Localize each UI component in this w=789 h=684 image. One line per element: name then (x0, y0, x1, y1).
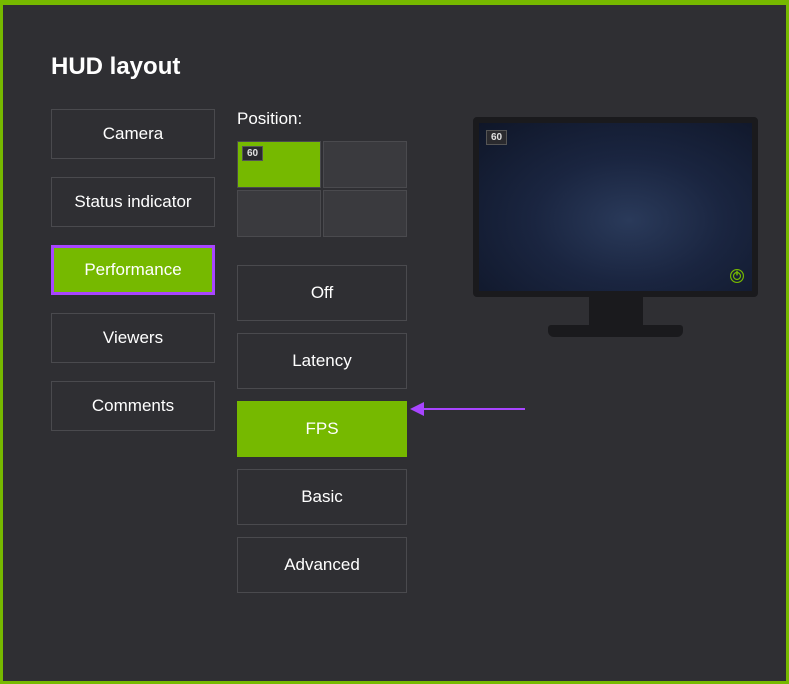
position-fps-badge: 60 (242, 146, 263, 161)
monitor-preview: 60 (473, 117, 758, 337)
option-fps[interactable]: FPS (237, 401, 407, 457)
category-list: Camera Status indicator Performance View… (51, 109, 215, 609)
settings-panel: Position: 60 Off Latency FPS Basic Advan… (237, 109, 407, 609)
option-off[interactable]: Off (237, 265, 407, 321)
position-bottom-right[interactable] (323, 190, 407, 237)
preview-fps-badge: 60 (486, 130, 507, 145)
option-latency[interactable]: Latency (237, 333, 407, 389)
power-icon (730, 269, 744, 283)
position-bottom-left[interactable] (237, 190, 321, 237)
position-top-left[interactable]: 60 (237, 141, 321, 188)
position-top-right[interactable] (323, 141, 407, 188)
preview-panel: 60 (473, 109, 758, 609)
monitor-neck (589, 297, 643, 325)
category-performance[interactable]: Performance (51, 245, 215, 295)
option-basic[interactable]: Basic (237, 469, 407, 525)
monitor-screen: 60 (473, 117, 758, 297)
category-comments[interactable]: Comments (51, 381, 215, 431)
position-label: Position: (237, 109, 407, 129)
page-title: HUD layout (51, 53, 756, 81)
category-status-indicator[interactable]: Status indicator (51, 177, 215, 227)
option-list: Off Latency FPS Basic Advanced (237, 265, 407, 593)
category-viewers[interactable]: Viewers (51, 313, 215, 363)
option-advanced[interactable]: Advanced (237, 537, 407, 593)
monitor-base (548, 325, 683, 337)
category-camera[interactable]: Camera (51, 109, 215, 159)
position-grid: 60 (237, 141, 407, 237)
